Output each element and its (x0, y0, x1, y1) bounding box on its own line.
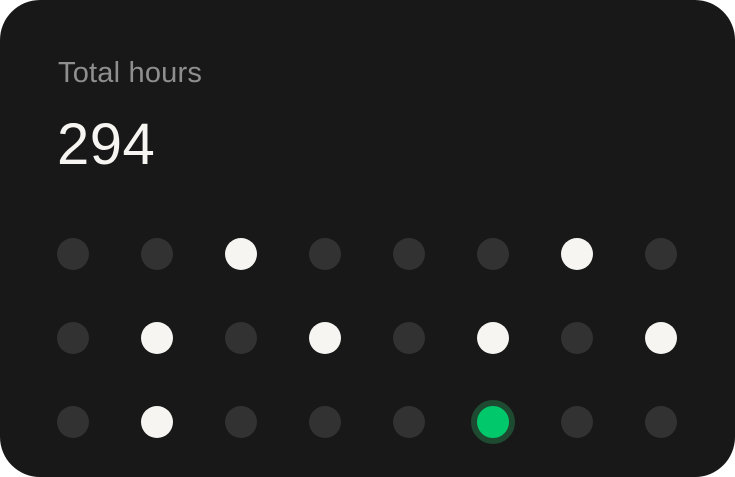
activity-dot-grid (0, 0, 735, 477)
active-hour-dot (225, 238, 257, 270)
inactive-hour-dot (393, 406, 425, 438)
inactive-hour-dot (393, 238, 425, 270)
inactive-hour-dot (225, 406, 257, 438)
active-hour-dot (645, 322, 677, 354)
inactive-hour-dot (309, 406, 341, 438)
active-hour-dot (309, 322, 341, 354)
inactive-hour-dot (225, 322, 257, 354)
inactive-hour-dot (57, 406, 89, 438)
inactive-hour-dot (309, 238, 341, 270)
inactive-hour-dot (57, 322, 89, 354)
inactive-hour-dot (561, 322, 593, 354)
inactive-hour-dot (645, 406, 677, 438)
active-hour-dot (477, 322, 509, 354)
active-hour-dot (141, 322, 173, 354)
inactive-hour-dot (57, 238, 89, 270)
active-hour-dot (141, 406, 173, 438)
inactive-hour-dot (141, 238, 173, 270)
total-hours-card: Total hours 294 (0, 0, 735, 477)
inactive-hour-dot (477, 238, 509, 270)
current-hour-dot (471, 400, 515, 444)
inactive-hour-dot (561, 406, 593, 438)
active-hour-dot (561, 238, 593, 270)
inactive-hour-dot (393, 322, 425, 354)
inactive-hour-dot (645, 238, 677, 270)
